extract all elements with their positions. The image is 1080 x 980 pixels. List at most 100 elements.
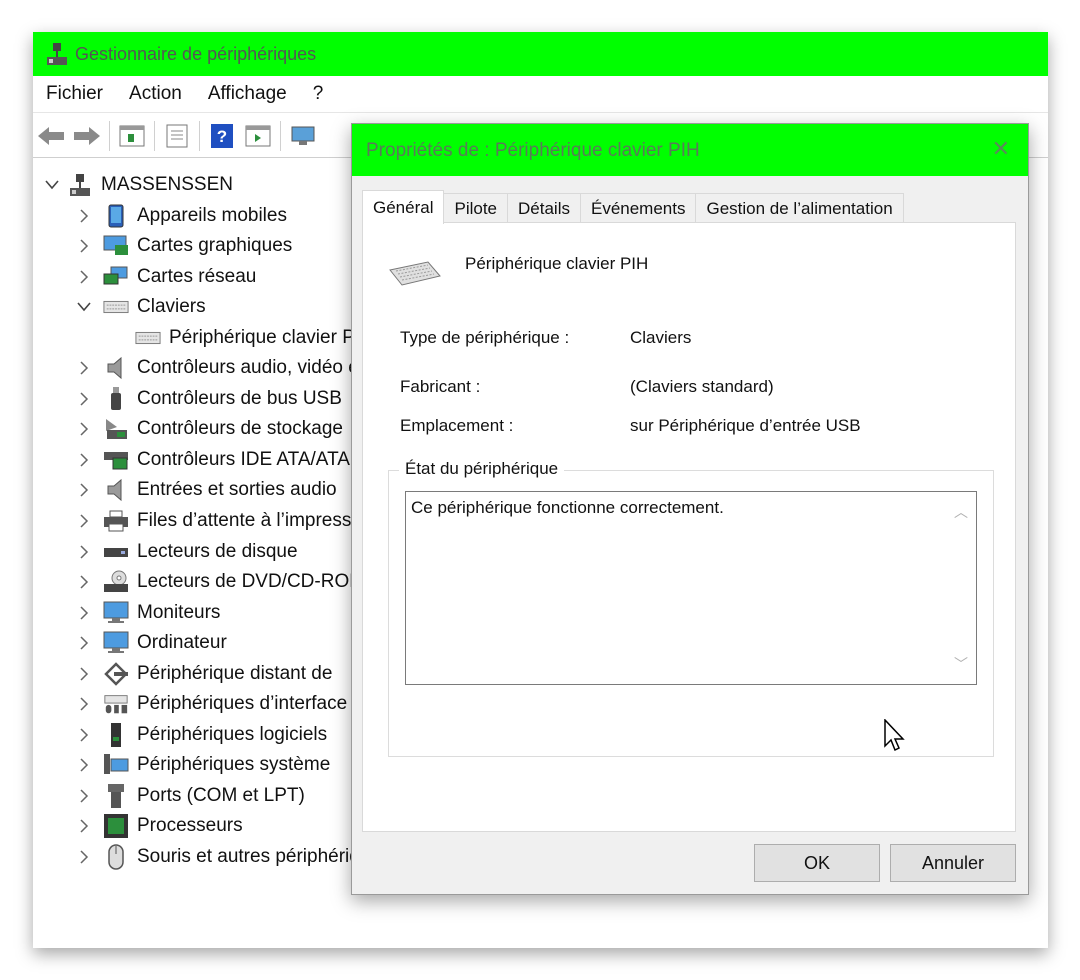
tree-item-label: Entrées et sorties audio [137,479,337,500]
disk-icon [103,539,129,565]
monitor-scan-icon[interactable] [285,119,321,153]
tab-driver[interactable]: Pilote [443,193,509,224]
properties-dialog: Propriétés de : Périphérique clavier PIH… [351,123,1029,895]
tab-details[interactable]: Détails [507,193,581,224]
tree-item-display-adapters[interactable]: Cartes graphiques [73,231,292,261]
chevron-right-icon[interactable] [73,235,95,257]
mouse-cursor-icon [884,718,906,758]
dialog-titlebar[interactable]: Propriétés de : Périphérique clavier PIH… [352,124,1028,176]
tree-item-print-queues[interactable]: Files d’attente à l’impression [73,506,377,536]
tree-item-label: Contrôleurs IDE ATA/ATAPI [137,449,368,470]
tree-item-label: Files d’attente à l’impression [137,510,377,531]
chevron-right-icon[interactable] [73,663,95,685]
device-type-label: Type de périphérique : [400,328,570,347]
speaker-icon [103,477,129,503]
tree-item-storage[interactable]: Contrôleurs de stockage [73,414,343,444]
back-arrow-icon[interactable] [33,119,69,153]
tab-power-management[interactable]: Gestion de l’alimentation [695,193,904,224]
tree-item-label: Claviers [137,296,206,317]
document-icon[interactable] [159,119,195,153]
menu-action[interactable]: Action [116,83,195,105]
menu-file[interactable]: Fichier [33,83,116,105]
tree-item-monitors[interactable]: Moniteurs [73,598,220,628]
menu-help[interactable]: ? [300,83,337,105]
main-titlebar[interactable]: Gestionnaire de périphériques [33,32,1048,76]
tree-item-label: Périphérique distant de [137,663,333,684]
help-icon[interactable]: ? [204,119,240,153]
tab-general[interactable]: Général [362,190,445,224]
tree-item-label: Lecteurs de DVD/CD-ROM [137,571,366,592]
chevron-right-icon[interactable] [73,541,95,563]
close-icon[interactable]: ✕ [992,136,1010,162]
keyboard-icon [388,258,442,293]
chevron-right-icon[interactable] [73,846,95,868]
tree-item-hid[interactable]: Périphériques d’interface [73,689,347,719]
chevron-right-icon[interactable] [73,388,95,410]
tree-item-pih-keyboard[interactable]: Périphérique clavier PIH [105,323,374,353]
chevron-down-icon[interactable] [73,296,95,318]
display-adapter-icon [103,233,129,259]
tree-item-dvd[interactable]: Lecteurs de DVD/CD-ROM [73,567,365,597]
tree-item-usb[interactable]: Contrôleurs de bus USB [73,384,342,414]
ok-button[interactable]: OK [754,844,880,882]
chevron-right-icon[interactable] [73,602,95,624]
chevron-right-icon[interactable] [73,571,95,593]
chevron-right-icon[interactable] [73,815,95,837]
device-status-text: Ce périphérique fonctionne correctement. [411,498,724,517]
chevron-right-icon[interactable] [73,357,95,379]
tree-item-label: Périphériques d’interface [137,693,348,714]
tree-root[interactable]: MASSENSSEN [41,170,233,200]
chevron-right-icon[interactable] [73,754,95,776]
tree-item-network[interactable]: Cartes réseau [73,262,256,292]
storage-icon [103,416,129,442]
scroll-down-icon[interactable]: ﹀ [954,654,968,674]
device-status-textbox[interactable]: Ce périphérique fonctionne correctement.… [405,491,977,685]
tree-item-audio-io[interactable]: Entrées et sorties audio [73,475,337,505]
port-icon [103,783,129,809]
chevron-right-icon[interactable] [73,418,95,440]
properties-grid-icon[interactable] [114,119,150,153]
chevron-right-icon[interactable] [73,693,95,715]
tab-events[interactable]: Événements [579,193,697,224]
tree-item-ports[interactable]: Ports (COM et LPT) [73,781,305,811]
tree-item-software-devices[interactable]: Périphériques logiciels [73,720,327,750]
device-status-legend: État du périphérique [399,459,565,479]
tree-item-computer[interactable]: Ordinateur [73,628,227,658]
chevron-right-icon[interactable] [73,205,95,227]
cancel-button[interactable]: Annuler [890,844,1016,882]
chevron-right-icon[interactable] [73,632,95,654]
forward-arrow-icon[interactable] [69,119,105,153]
chevron-right-icon[interactable] [73,266,95,288]
tree-item-mice[interactable]: Souris et autres périphériques [73,842,390,872]
run-panel-icon[interactable] [240,119,276,153]
chevron-down-icon[interactable] [41,174,63,196]
tree-item-label: Périphérique clavier PIH [169,327,374,348]
tree-item-label: Cartes graphiques [137,235,293,256]
remote-icon [103,661,129,687]
tree-item-mobile[interactable]: Appareils mobiles [73,201,287,231]
chevron-right-icon[interactable] [73,724,95,746]
keyboard-icon [103,294,129,320]
scroll-up-icon[interactable]: ︿ [954,502,968,522]
chevron-right-icon[interactable] [73,510,95,532]
monitor-icon [103,600,129,626]
tree-item-ide[interactable]: Contrôleurs IDE ATA/ATAPI [73,445,368,475]
tree-item-label: Contrôleurs de bus USB [137,388,342,409]
dvd-icon [103,569,129,595]
tree-item-remote[interactable]: Périphérique distant de [73,659,332,689]
system-device-icon [103,752,129,778]
device-type-value: Claviers [630,328,692,347]
chevron-right-icon[interactable] [73,479,95,501]
tree-root-label: MASSENSSEN [101,174,233,195]
tree-item-keyboards[interactable]: Claviers [73,292,206,322]
device-name: Périphérique clavier PIH [465,254,649,273]
tree-item-disk-drives[interactable]: Lecteurs de disque [73,537,298,567]
menu-view[interactable]: Affichage [195,83,300,105]
chevron-right-icon[interactable] [73,449,95,471]
toolbar-separator [280,121,281,151]
tree-item-system-devices[interactable]: Périphériques système [73,750,330,780]
tree-item-processors[interactable]: Processeurs [73,811,243,841]
chevron-right-icon[interactable] [73,785,95,807]
tree-item-audio-video[interactable]: Contrôleurs audio, vidéo et jeu [73,353,395,383]
toolbar-separator [199,121,200,151]
